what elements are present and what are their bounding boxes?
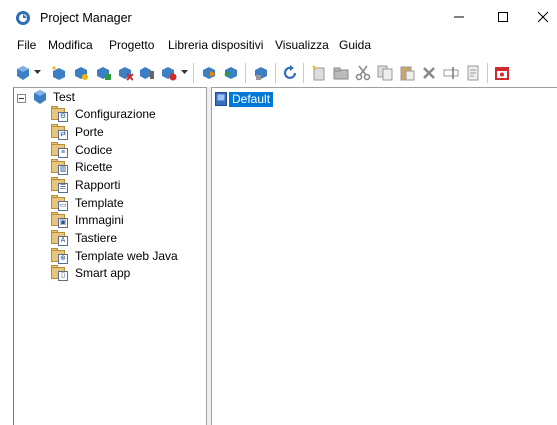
collapse-toggle[interactable] xyxy=(17,94,26,103)
title-bar: Project Manager xyxy=(0,0,557,34)
device-item-icon xyxy=(215,92,227,106)
maximize-button[interactable] xyxy=(488,4,518,30)
toolbar-separator xyxy=(303,63,304,83)
chevron-down-icon[interactable] xyxy=(181,70,188,75)
download-icon[interactable] xyxy=(200,64,218,82)
tree-item-label: Immagini xyxy=(75,212,124,227)
toolbar-separator xyxy=(245,63,246,83)
refresh-icon[interactable] xyxy=(281,64,299,82)
folder-smart-app-icon: ▯ xyxy=(50,264,70,281)
new-icon[interactable] xyxy=(310,64,328,82)
tree-item-label: Template xyxy=(75,195,124,210)
tree-root-item[interactable]: Test xyxy=(32,88,75,105)
toolbar-separator xyxy=(193,63,194,83)
detail-panel xyxy=(212,87,557,425)
paste-icon[interactable] xyxy=(398,64,416,82)
menu-progetto[interactable]: Progetto xyxy=(109,38,154,52)
tree-item-smart-app[interactable]: ▯ Smart app xyxy=(50,264,130,281)
tree-item-label: Codice xyxy=(75,142,113,157)
tree-item-codice[interactable]: ≡ Codice xyxy=(50,141,112,158)
menu-visualizza[interactable]: Visualizza xyxy=(275,38,329,52)
folder-report-icon: ☰ xyxy=(50,176,70,193)
close-button[interactable] xyxy=(528,4,557,30)
tree-item-tastiere[interactable]: A Tastiere xyxy=(50,229,117,246)
folder-code-icon: ≡ xyxy=(50,141,70,158)
list-item-default[interactable]: Default xyxy=(215,91,274,107)
tree-item-label: Rapporti xyxy=(75,177,121,192)
close-icon xyxy=(537,11,549,23)
new-project-icon[interactable] xyxy=(50,64,68,82)
tree-item-label: Porte xyxy=(75,124,104,139)
tree-item-label: Configurazione xyxy=(75,106,156,121)
close-project-icon[interactable] xyxy=(493,64,511,82)
menu-libreria-dispositivi[interactable]: Libreria dispositivi xyxy=(168,38,263,52)
folder-gear-icon: ⚙ xyxy=(50,105,70,122)
window-title: Project Manager xyxy=(40,11,132,25)
properties-icon[interactable] xyxy=(464,64,482,82)
tree-item-template[interactable]: ▭ Template xyxy=(50,194,124,211)
open-project-icon[interactable] xyxy=(72,64,90,82)
folder-template-icon: ▭ xyxy=(50,194,70,211)
menu-guida[interactable]: Guida xyxy=(339,38,371,52)
copy-icon[interactable] xyxy=(376,64,394,82)
tree-item-immagini[interactable]: ▣ Immagini xyxy=(50,211,124,228)
app-logo-icon xyxy=(16,11,30,25)
maximize-icon xyxy=(498,12,508,22)
minimize-button[interactable] xyxy=(444,4,474,30)
tree-item-label: Smart app xyxy=(75,265,131,280)
menu-modifica[interactable]: Modifica xyxy=(48,38,93,52)
device-settings-icon[interactable] xyxy=(138,64,156,82)
tree-item-rapporti[interactable]: ☰ Rapporti xyxy=(50,176,120,193)
device-dropdown-icon[interactable] xyxy=(160,64,178,82)
tree-item-configurazione[interactable]: ⚙ Configurazione xyxy=(50,105,156,122)
minimize-icon xyxy=(454,16,464,18)
cut-icon[interactable] xyxy=(354,64,372,82)
folder-keyboard-icon: A xyxy=(50,229,70,246)
tree-item-label: Template web Java xyxy=(75,248,178,263)
folder-image-icon: ▣ xyxy=(50,211,70,228)
project-icon xyxy=(34,89,46,104)
tree-item-label: Ricette xyxy=(75,159,113,174)
toolbar-separator xyxy=(275,63,276,83)
delete-icon[interactable] xyxy=(420,64,438,82)
chevron-down-icon[interactable] xyxy=(34,70,41,75)
remove-device-icon[interactable] xyxy=(116,64,134,82)
folder-recipe-icon: ▥ xyxy=(50,158,70,175)
upload-icon[interactable] xyxy=(222,64,240,82)
folder-port-icon: ⇄ xyxy=(50,123,70,140)
toolbar xyxy=(0,57,557,87)
tree-item-ricette[interactable]: ▥ Ricette xyxy=(50,158,112,175)
menu-file[interactable]: File xyxy=(17,38,36,52)
add-device-icon[interactable] xyxy=(94,64,112,82)
tree-item-label: Tastiere xyxy=(75,230,118,245)
project-icon[interactable] xyxy=(14,64,32,82)
menu-bar: File Modifica Progetto Libreria disposit… xyxy=(0,35,557,55)
tree-root-label: Test xyxy=(53,89,76,104)
tree-item-porte[interactable]: ⇄ Porte xyxy=(50,123,104,140)
project-tree-panel: Test ⚙ Configurazione ⇄ Porte ≡ Codice ▥… xyxy=(13,87,206,425)
rename-icon[interactable] xyxy=(442,64,460,82)
toolbar-separator xyxy=(487,63,488,83)
tree-item-template-web-java[interactable]: ⊕ Template web Java xyxy=(50,247,178,264)
folder-icon[interactable] xyxy=(332,64,350,82)
selected-item-label: Default xyxy=(229,91,274,107)
folder-web-icon: ⊕ xyxy=(50,247,70,264)
compile-icon[interactable] xyxy=(252,64,270,82)
